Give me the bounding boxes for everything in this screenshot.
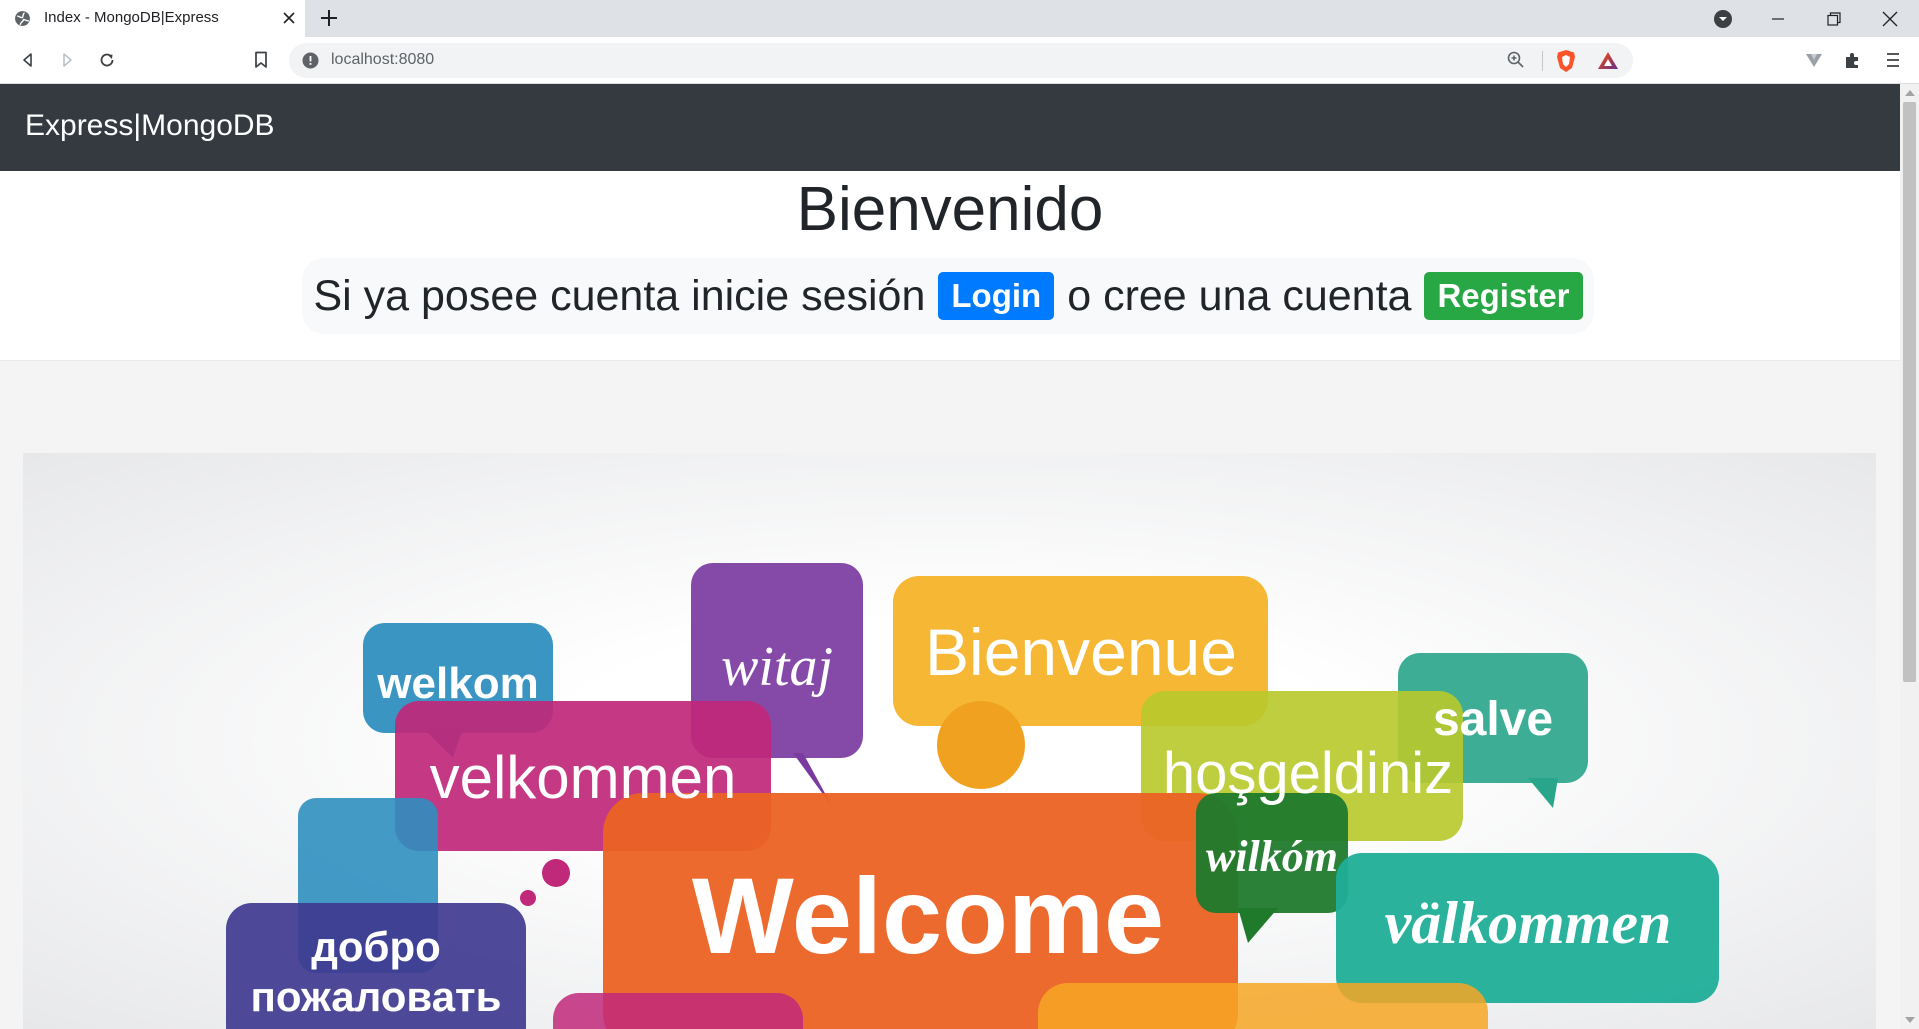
forward-icon [63,53,72,67]
brave-rewards-icon[interactable] [1597,50,1619,72]
welcome-speech-bubbles: welkom witaj Bienvenue salve velkommen h… [226,563,1719,1029]
word-witaj: witaj [721,636,833,698]
word-welcome: Welcome [692,855,1164,976]
bookmark-icon [255,51,267,68]
minimize-icon [1772,17,1784,20]
divider [1542,51,1543,71]
address-bar[interactable]: localhost:8080 [289,43,1633,78]
scroll-up-arrow[interactable] [1905,90,1915,96]
word-valkommen: välkommen [1385,890,1672,956]
close-window-button[interactable] [1864,0,1916,37]
chevron-down-icon [1714,9,1732,28]
menu-icon [1887,53,1899,67]
url-text[interactable]: localhost:8080 [331,51,434,69]
info-icon[interactable] [302,52,319,69]
restore-button[interactable] [1808,0,1860,37]
login-prompt-text: Si ya posee cuenta inicie sesión [313,271,926,320]
reload-button[interactable] [96,49,118,71]
close-icon [1882,11,1898,26]
menu-button[interactable] [1882,49,1904,71]
register-button[interactable]: Register [1424,272,1583,320]
back-button[interactable] [17,49,39,71]
word-welkom: welkom [376,659,538,708]
word-pozhalovat: пожаловать [251,973,502,1020]
welcome-languages-image: welkom witaj Bienvenue salve velkommen h… [23,453,1876,1029]
globe-icon [15,11,30,26]
navbar-brand[interactable]: Express|MongoDB [25,109,275,143]
page-title: Bienvenido [796,175,1104,244]
reload-icon [100,53,114,67]
close-icon[interactable] [279,8,299,28]
plus-icon[interactable] [318,7,340,29]
back-icon [23,53,32,67]
navbar: Express|MongoDB [0,84,1900,171]
register-prompt-text: o cree una cuenta [1067,271,1412,320]
tab-title: Index - MongoDB|Express [44,9,219,26]
bookmark-button[interactable] [250,49,272,71]
restore-icon [1827,11,1841,26]
scroll-down-arrow[interactable] [1905,1017,1915,1023]
scroll-thumb[interactable] [1903,102,1916,682]
word-bienvenue: Bienvenue [925,615,1237,689]
vpn-button[interactable] [1803,49,1825,71]
tab-search-button[interactable] [1697,0,1749,37]
vpn-icon [1806,54,1822,67]
word-hosgeldiniz: hoşgeldiniz [1163,741,1453,806]
word-dobro: добро [311,923,441,970]
tab-strip: Index - MongoDB|Express [0,0,1919,37]
extensions-button[interactable] [1842,49,1864,71]
browser-tab[interactable]: Index - MongoDB|Express [0,0,305,37]
brave-shield-icon[interactable] [1555,49,1577,73]
login-button[interactable]: Login [938,272,1055,320]
word-velkommen: velkommen [430,744,737,811]
auth-prompt: Si ya posee cuenta inicie sesión Login o… [302,258,1594,334]
extensions-icon [1846,53,1858,68]
forward-button[interactable] [56,49,78,71]
zoom-icon[interactable] [1506,50,1526,70]
minimize-button[interactable] [1752,0,1804,37]
word-wilkom: wilkóm [1206,832,1338,881]
word-salve: salve [1433,693,1553,746]
page-scrollbar[interactable] [1900,84,1919,1029]
